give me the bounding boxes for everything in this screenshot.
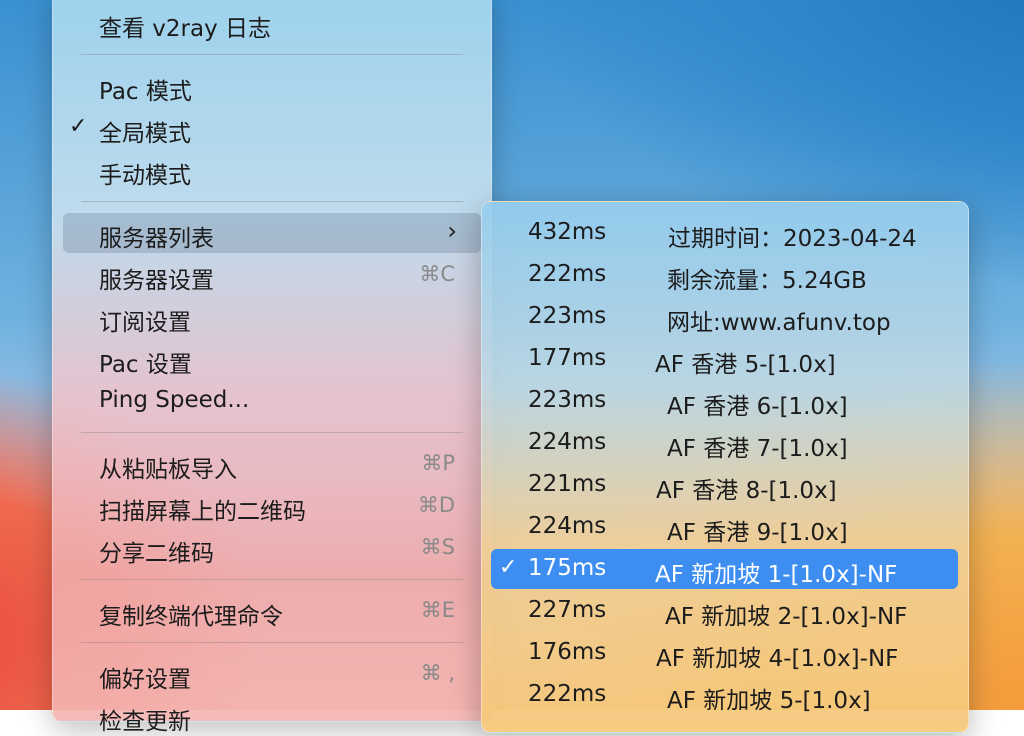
menu-item-server-settings[interactable]: 服务器设置 ⌘C: [63, 255, 481, 295]
menu-separator: [81, 642, 463, 643]
server-item-traffic[interactable]: 222ms 剩余流量：5.24GB: [491, 255, 958, 295]
server-item-hk8[interactable]: 221ms AF 香港 8-[1.0x]: [491, 465, 958, 505]
latency-label: 224ms: [528, 513, 607, 539]
shortcut-label: ⌘D: [417, 493, 455, 517]
server-list-submenu: 432ms 过期时间：2023-04-24 222ms 剩余流量：5.24GB …: [481, 201, 969, 733]
menu-separator: [81, 432, 463, 433]
server-name: 过期时间：2023-04-24: [668, 226, 917, 252]
menu-item-global-mode[interactable]: ✓ 全局模式: [63, 108, 481, 148]
server-name: AF 香港 9-[1.0x]: [667, 520, 848, 546]
menu-item-server-list[interactable]: 服务器列表 ›: [63, 213, 481, 253]
latency-label: 221ms: [528, 471, 607, 497]
menu-item-label: Pac 设置: [99, 352, 192, 378]
menu-item-label: 服务器设置: [99, 268, 214, 294]
menu-item-label: 扫描屏幕上的二维码: [99, 499, 306, 525]
menu-item-label: 查看 v2ray 日志: [99, 16, 272, 42]
server-name: AF 新加坡 4-[1.0x]-NF: [656, 646, 899, 672]
menu-item-subscription-settings[interactable]: 订阅设置: [63, 297, 481, 337]
server-name: AF 新加坡 1-[1.0x]-NF: [655, 562, 898, 588]
server-item-sg4[interactable]: 176ms AF 新加坡 4-[1.0x]-NF: [491, 633, 958, 673]
menu-item-label: 从粘贴板导入: [99, 457, 237, 483]
latency-label: 227ms: [528, 597, 607, 623]
shortcut-label: ⌘C: [419, 262, 455, 286]
server-item-sg1-selected[interactable]: ✓ 175ms AF 新加坡 1-[1.0x]-NF: [491, 549, 958, 589]
menu-item-pac-mode[interactable]: Pac 模式: [63, 66, 481, 106]
server-name: AF 香港 5-[1.0x]: [655, 352, 836, 378]
menu-item-import-clipboard[interactable]: 从粘贴板导入 ⌘P: [63, 444, 481, 484]
menu-item-check-updates[interactable]: 检查更新: [63, 696, 481, 736]
menu-separator: [81, 201, 463, 202]
server-item-hk5[interactable]: 177ms AF 香港 5-[1.0x]: [491, 339, 958, 379]
latency-label: 223ms: [528, 387, 607, 413]
latency-label: 177ms: [528, 345, 607, 371]
shortcut-label: ⌘E: [420, 598, 455, 622]
latency-label: 432ms: [528, 219, 607, 245]
menu-item-pac-settings[interactable]: Pac 设置: [63, 339, 481, 379]
server-name: 网址:www.afunv.top: [667, 310, 891, 336]
server-name: AF 香港 8-[1.0x]: [656, 478, 837, 504]
server-item-hk9[interactable]: 224ms AF 香港 9-[1.0x]: [491, 507, 958, 547]
latency-label: 224ms: [528, 429, 607, 455]
latency-label: 222ms: [528, 261, 607, 287]
menu-item-label: Ping Speed...: [99, 387, 250, 413]
menu-item-label: 检查更新: [99, 709, 191, 735]
menu-separator: [81, 579, 463, 580]
latency-label: 176ms: [528, 639, 607, 665]
menu-item-manual-mode[interactable]: 手动模式: [63, 150, 481, 190]
menu-item-label: 复制终端代理命令: [99, 604, 283, 630]
menu-item-label: 订阅设置: [99, 310, 191, 336]
server-name: AF 新加坡 2-[1.0x]-NF: [665, 604, 908, 630]
server-name: 剩余流量：5.24GB: [667, 268, 867, 294]
server-name: AF 香港 7-[1.0x]: [667, 436, 848, 462]
server-item-hk7[interactable]: 224ms AF 香港 7-[1.0x]: [491, 423, 958, 463]
server-name: AF 香港 6-[1.0x]: [667, 394, 848, 420]
checkmark-icon: ✓: [69, 114, 88, 139]
shortcut-label: ⌘S: [420, 535, 455, 559]
latency-label: 175ms: [528, 555, 607, 581]
menu-item-label: Pac 模式: [99, 79, 192, 105]
menu-item-label: 手动模式: [99, 163, 191, 189]
server-item-sg5[interactable]: 222ms AF 新加坡 5-[1.0x]: [491, 675, 958, 715]
server-item-hk6[interactable]: 223ms AF 香港 6-[1.0x]: [491, 381, 958, 421]
menu-item-preferences[interactable]: 偏好设置 ⌘ ,: [63, 654, 481, 694]
menu-item-ping-speed[interactable]: Ping Speed...: [63, 381, 481, 421]
menu-item-label: 服务器列表: [99, 226, 214, 252]
latency-label: 222ms: [528, 681, 607, 707]
menu-item-share-qr[interactable]: 分享二维码 ⌘S: [63, 528, 481, 568]
menu-item-label: 偏好设置: [99, 667, 191, 693]
checkmark-icon: ✓: [499, 555, 518, 580]
shortcut-label: ⌘P: [421, 451, 455, 475]
main-menu: 查看 v2ray 日志 Pac 模式 ✓ 全局模式 手动模式 服务器列表 › 服…: [52, 0, 492, 735]
menu-item-label: 全局模式: [99, 121, 191, 147]
chevron-right-icon: ›: [447, 217, 457, 245]
server-item-sg2[interactable]: 227ms AF 新加坡 2-[1.0x]-NF: [491, 591, 958, 631]
shortcut-label: ⌘ ,: [420, 661, 455, 685]
latency-label: 223ms: [528, 303, 607, 329]
server-item-expiry[interactable]: 432ms 过期时间：2023-04-24: [491, 213, 958, 253]
menu-item-copy-terminal-proxy[interactable]: 复制终端代理命令 ⌘E: [63, 591, 481, 631]
menu-separator: [81, 54, 463, 55]
server-item-website[interactable]: 223ms 网址:www.afunv.top: [491, 297, 958, 337]
menu-item-scan-qr[interactable]: 扫描屏幕上的二维码 ⌘D: [63, 486, 481, 526]
menu-item-label: 分享二维码: [99, 541, 214, 567]
menu-item-view-log[interactable]: 查看 v2ray 日志: [63, 3, 481, 43]
